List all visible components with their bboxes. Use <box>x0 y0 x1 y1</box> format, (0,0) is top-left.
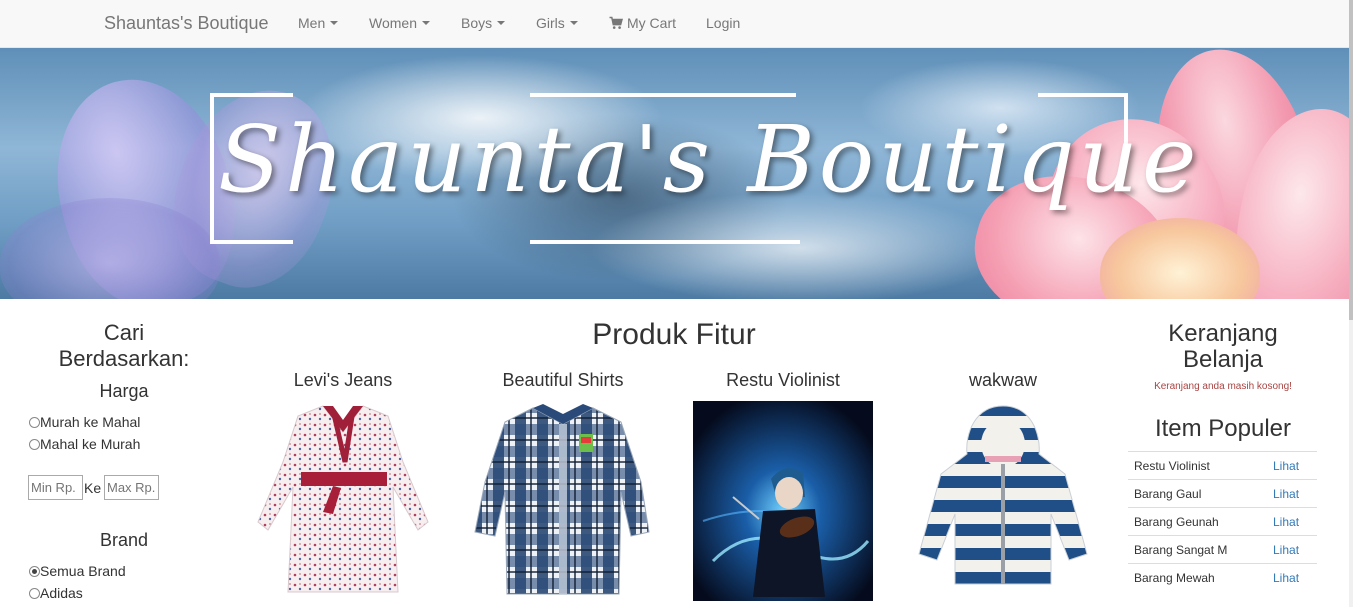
nav-login[interactable]: Login <box>706 15 740 31</box>
nav-girls-dropdown[interactable]: Girls <box>536 15 578 31</box>
frame-line <box>210 240 293 244</box>
cart-title: Belanja <box>1182 346 1264 373</box>
sort-option-label: Murah ke Mahal <box>40 414 141 430</box>
caret-down-icon <box>569 21 578 25</box>
view-item-link[interactable]: Lihat <box>1273 543 1299 557</box>
sort-expensive-to-cheap-radio[interactable]: Mahal ke Murah <box>29 436 140 452</box>
popular-items-table: Restu Violinist Lihat Barang Gaul Lihat … <box>1128 451 1317 591</box>
floral-dress-image[interactable] <box>253 402 433 602</box>
filter-heading: Berdasarkan: <box>58 346 190 371</box>
striped-hoodie-image[interactable] <box>915 404 1091 594</box>
page-scrollbar[interactable] <box>1349 0 1353 607</box>
sort-cheap-to-expensive-radio[interactable]: Murah ke Mahal <box>29 414 140 430</box>
nav-women-label: Women <box>369 15 417 31</box>
frame-line <box>530 240 800 244</box>
product-name[interactable]: Restu Violinist <box>673 370 893 391</box>
nav-boys-dropdown[interactable]: Boys <box>461 15 506 31</box>
frame-line <box>210 93 293 97</box>
table-row: Barang Gaul Lihat <box>1128 479 1317 507</box>
max-price-input[interactable] <box>104 475 159 500</box>
popular-item-name: Barang Geunah <box>1134 515 1219 529</box>
nav-girls-label: Girls <box>536 15 565 31</box>
plaid-shirt-image[interactable] <box>471 402 653 602</box>
brand-adidas-radio[interactable]: Adidas <box>29 585 83 601</box>
popular-item-name: Barang Gaul <box>1134 487 1202 501</box>
nav-men-dropdown[interactable]: Men <box>298 15 339 31</box>
nav-my-cart[interactable]: My Cart <box>609 15 676 31</box>
price-heading: Harga <box>99 381 149 401</box>
product-name[interactable]: wakwaw <box>893 370 1113 391</box>
radio-button-selected[interactable] <box>29 565 40 577</box>
popular-item-name: Restu Violinist <box>1134 459 1210 473</box>
caret-down-icon <box>330 21 339 25</box>
nav-boys-label: Boys <box>461 15 493 31</box>
shopping-cart-icon <box>609 16 623 29</box>
frame-line <box>1038 93 1128 97</box>
scrollbar-thumb[interactable] <box>1349 0 1353 320</box>
frame-line <box>210 93 214 243</box>
brand-link[interactable]: Shauntas's Boutique <box>104 13 269 34</box>
frame-line <box>530 93 796 97</box>
product-name[interactable]: Levi's Jeans <box>233 370 453 391</box>
popular-item-name: Barang Sangat M <box>1134 543 1228 557</box>
table-row: Barang Sangat M Lihat <box>1128 535 1317 563</box>
sort-option-label: Mahal ke Murah <box>40 436 141 452</box>
brand-option-label: Semua Brand <box>40 563 126 579</box>
table-row: Barang Mewah Lihat <box>1128 563 1317 591</box>
brand-heading: Brand <box>99 530 149 550</box>
price-range-separator: Ke <box>84 480 102 496</box>
cart-title: Keranjang <box>1168 320 1278 347</box>
popular-item-name: Barang Mewah <box>1134 571 1215 585</box>
banner-title: Shaunta's Boutique <box>218 106 1201 213</box>
view-item-link[interactable]: Lihat <box>1273 459 1299 473</box>
brand-option-label: Adidas <box>40 585 83 601</box>
popular-items-title: Item Populer <box>1154 415 1292 442</box>
caret-down-icon <box>421 21 430 25</box>
radio-button[interactable] <box>29 416 40 428</box>
view-item-link[interactable]: Lihat <box>1273 487 1299 501</box>
product-name[interactable]: Beautiful Shirts <box>453 370 673 391</box>
min-price-input[interactable] <box>28 475 83 500</box>
top-navbar: Shauntas's Boutique Men Women Boys Girls… <box>0 0 1353 48</box>
view-item-link[interactable]: Lihat <box>1273 571 1299 585</box>
my-cart-label: My Cart <box>627 15 676 31</box>
caret-down-icon <box>497 21 506 25</box>
radio-button[interactable] <box>29 438 40 450</box>
brand-all-radio[interactable]: Semua Brand <box>29 563 126 579</box>
view-item-link[interactable]: Lihat <box>1273 515 1299 529</box>
nav-women-dropdown[interactable]: Women <box>369 15 430 31</box>
hero-banner: Shaunta's Boutique <box>0 48 1349 299</box>
filter-heading: Cari <box>103 320 145 345</box>
nav-men-label: Men <box>298 15 326 31</box>
anime-violinist-image[interactable] <box>693 401 873 601</box>
featured-products-title: Produk Fitur <box>592 318 756 351</box>
table-row: Restu Violinist Lihat <box>1128 451 1317 479</box>
table-row: Barang Geunah Lihat <box>1128 507 1317 535</box>
cart-empty-message: Keranjang anda masih kosong! <box>1154 381 1292 392</box>
radio-button[interactable] <box>29 587 40 599</box>
